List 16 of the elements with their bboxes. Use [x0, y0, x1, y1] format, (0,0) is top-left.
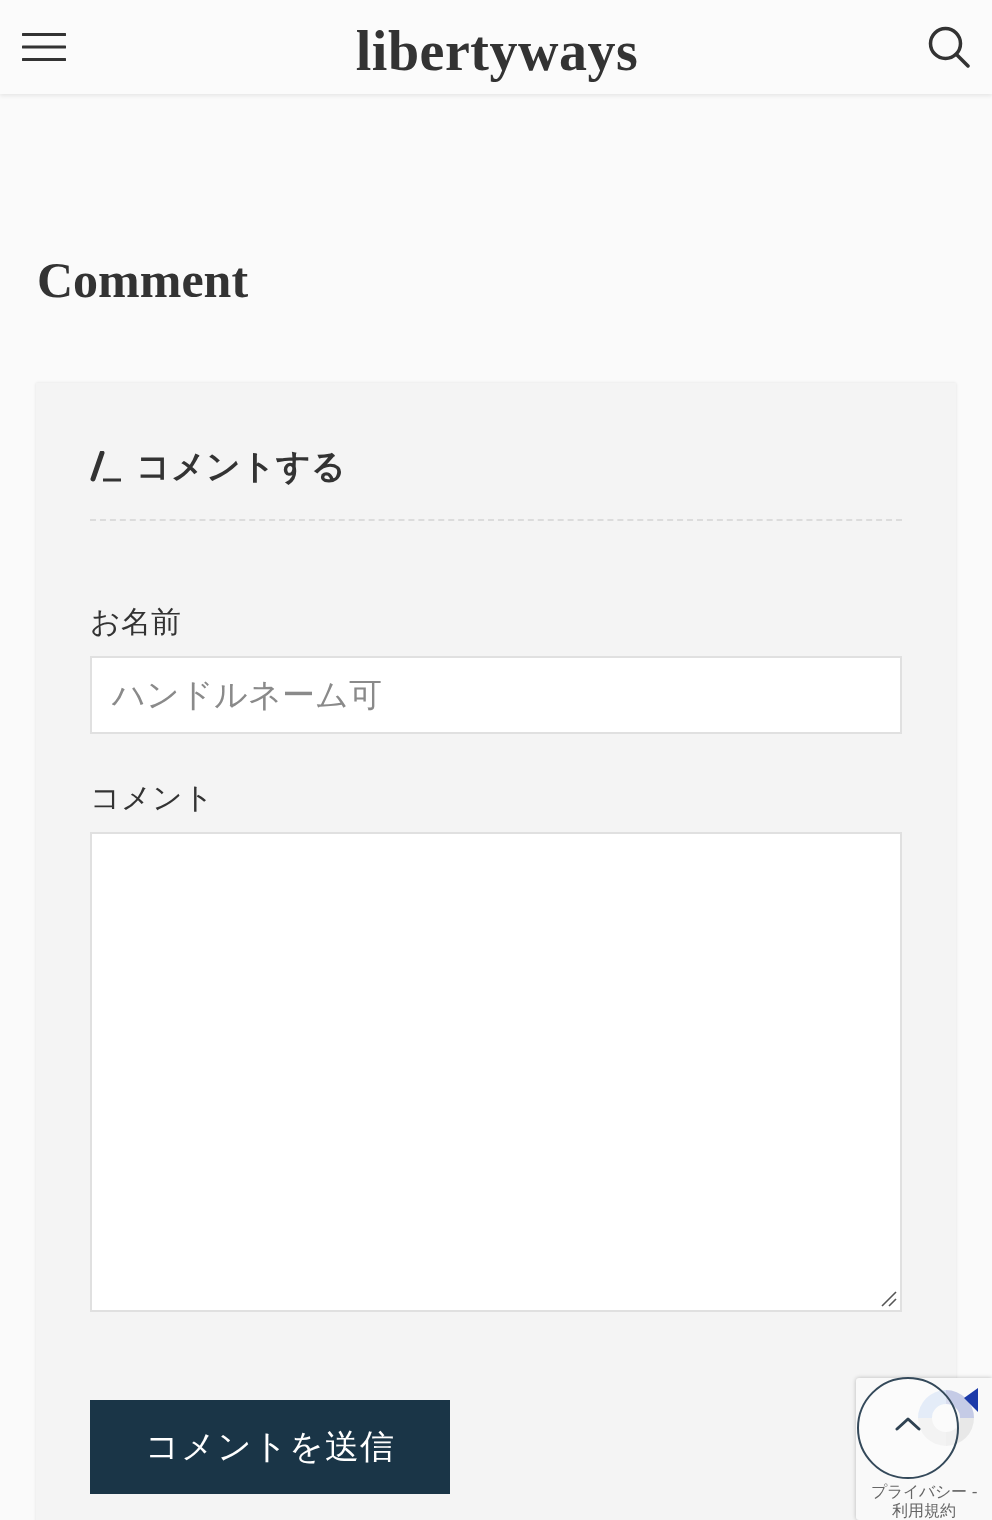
- caret-up-icon: [895, 1417, 921, 1431]
- form-heading: コメントする: [136, 447, 346, 487]
- search-icon: [928, 26, 970, 68]
- resize-grip-icon: [881, 1291, 897, 1307]
- recaptcha-link[interactable]: プライバシー -: [870, 1482, 978, 1501]
- field-label: お名前: [90, 604, 181, 640]
- search-button[interactable]: [928, 26, 970, 68]
- field-label: コメント: [90, 780, 214, 816]
- recaptcha-link[interactable]: 利用規約: [892, 1501, 956, 1520]
- menu-icon: [22, 33, 66, 61]
- name-input-field[interactable]: ハンドルネーム可: [90, 656, 902, 734]
- comment-textarea-field[interactable]: [90, 832, 902, 1312]
- menu-button[interactable]: [22, 33, 66, 61]
- pencil-icon: [90, 451, 122, 483]
- section-heading: Comment: [37, 251, 249, 310]
- submit-button[interactable]: コメントを送信: [90, 1400, 450, 1494]
